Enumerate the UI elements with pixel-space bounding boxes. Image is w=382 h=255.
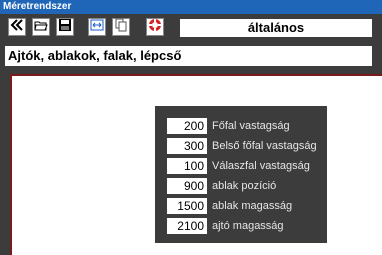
field-row: 2100 ajtó magasság — [167, 218, 284, 234]
help-button[interactable] — [146, 18, 164, 36]
field-value-input[interactable]: 1500 — [167, 198, 207, 214]
copy-pages-icon — [114, 18, 128, 37]
fit-width-button[interactable] — [88, 18, 106, 36]
field-value-input[interactable]: 300 — [167, 138, 207, 154]
field-label: ajtó magasság — [212, 220, 284, 232]
field-value-input[interactable]: 100 — [167, 158, 207, 174]
field-label: Belső főfal vastagság — [212, 140, 317, 152]
field-label: Válaszfal vastagság — [212, 160, 310, 172]
mode-field[interactable]: általános — [180, 19, 372, 37]
floppy-save-icon — [58, 18, 72, 37]
field-value-input[interactable]: 2100 — [167, 218, 207, 234]
field-row: 1500 ablak magasság — [167, 198, 292, 214]
dimensions-panel: 200 Főfal vastagság 300 Belső főfal vast… — [155, 106, 327, 243]
back-button[interactable] — [8, 18, 26, 36]
open-folder-icon — [34, 18, 48, 37]
toolbar: általános — [0, 14, 382, 42]
field-value-input[interactable]: 200 — [167, 118, 207, 134]
field-value-input[interactable]: 900 — [167, 178, 207, 194]
field-label: Főfal vastagság — [212, 120, 290, 132]
copy-button[interactable] — [112, 18, 130, 36]
field-row: 900 ablak pozíció — [167, 178, 276, 194]
field-label: ablak magasság — [212, 200, 293, 212]
save-button[interactable] — [56, 18, 74, 36]
open-button[interactable] — [32, 18, 50, 36]
field-row: 200 Főfal vastagság — [167, 118, 290, 134]
field-row: 300 Belső főfal vastagság — [167, 138, 317, 154]
lifebuoy-help-icon — [148, 18, 162, 37]
field-row: 100 Válaszfal vastagság — [167, 158, 310, 174]
window-title: Méretrendszer — [0, 0, 382, 14]
double-chevron-left-icon — [10, 18, 24, 37]
section-field[interactable]: Ajtók, ablakok, falak, lépcső — [5, 46, 372, 66]
field-label: ablak pozíció — [212, 180, 277, 192]
fit-width-icon — [90, 18, 104, 37]
